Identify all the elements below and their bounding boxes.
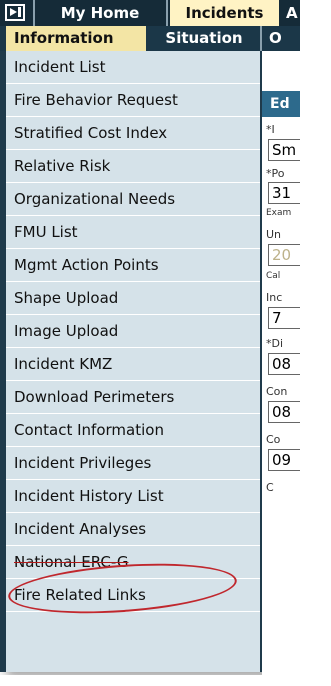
field-label: C <box>266 481 274 494</box>
menu-item-image-upload[interactable]: Image Upload <box>6 315 260 348</box>
menu-item-label: FMU List <box>14 223 78 241</box>
nav-divider <box>33 0 35 26</box>
menu-item-incident-list[interactable]: Incident List <box>6 51 260 84</box>
subtab-information[interactable]: Information <box>6 26 146 51</box>
menu-item-label: Incident Privileges <box>14 454 152 472</box>
field-label: *Po <box>266 167 285 180</box>
field-hint: Cal <box>266 271 281 281</box>
menu-item-label: Fire Behavior Request <box>14 91 178 109</box>
menu-item-stratified-cost-index[interactable]: Stratified Cost Index <box>6 117 260 150</box>
menu-item-incident-privileges[interactable]: Incident Privileges <box>6 447 260 480</box>
field-hint: Exam <box>266 208 292 218</box>
subtab-situation[interactable]: Situation <box>150 26 258 51</box>
menu-item-mgmt-action-points[interactable]: Mgmt Action Points <box>6 249 260 282</box>
tab-overflow[interactable]: A <box>282 0 300 26</box>
torn-edge <box>300 0 331 686</box>
menu-item-label: Incident History List <box>14 487 164 505</box>
field-label: Inc <box>266 291 283 304</box>
menu-item-label: Relative Risk <box>14 157 111 175</box>
menu-item-label: Incident KMZ <box>14 355 113 373</box>
menu-item-fmu-list[interactable]: FMU List <box>6 216 260 249</box>
nav-divider <box>260 26 262 51</box>
field-label: *Di <box>266 337 284 350</box>
menu-item-fire-behavior-request[interactable]: Fire Behavior Request <box>6 84 260 117</box>
menu-item-shape-upload[interactable]: Shape Upload <box>6 282 260 315</box>
menu-item-label: Shape Upload <box>14 289 119 307</box>
sub-navigation: Information Situation O <box>0 26 300 51</box>
menu-item-label: Incident List <box>14 58 106 76</box>
menu-item-label: Image Upload <box>14 322 119 340</box>
menu-item-download-perimeters[interactable]: Download Perimeters <box>6 381 260 414</box>
tab-incidents[interactable]: Incidents <box>170 0 279 28</box>
menu-item-organizational-needs[interactable]: Organizational Needs <box>6 183 260 216</box>
tab-my-home[interactable]: My Home <box>36 0 164 26</box>
field-label: Con <box>266 385 288 398</box>
menu-item-label: Incident Analyses <box>14 520 147 538</box>
menu-item-contact-information[interactable]: Contact Information <box>6 414 260 447</box>
menu-item-label: Stratified Cost Index <box>14 124 168 142</box>
field-label: Un <box>266 228 282 241</box>
menu-item-label: Contact Information <box>14 421 164 439</box>
menu-item-label: Mgmt Action Points <box>14 256 159 274</box>
field-label: Co <box>266 433 281 446</box>
menu-item-incident-history-list[interactable]: Incident History List <box>6 480 260 513</box>
menu-item-label: Organizational Needs <box>14 190 176 208</box>
torn-edge <box>0 675 331 686</box>
top-navigation: My Home Incidents A <box>0 0 300 28</box>
nav-divider <box>166 0 168 26</box>
exit-icon[interactable] <box>5 4 25 21</box>
menu-item-relative-risk[interactable]: Relative Risk <box>6 150 260 183</box>
menu-item-incident-analyses[interactable]: Incident Analyses <box>6 513 260 546</box>
menu-item-incident-kmz[interactable]: Incident KMZ <box>6 348 260 381</box>
menu-item-label: Download Perimeters <box>14 388 175 406</box>
field-label: *I <box>266 123 275 136</box>
subtab-overflow[interactable]: O <box>265 26 300 51</box>
